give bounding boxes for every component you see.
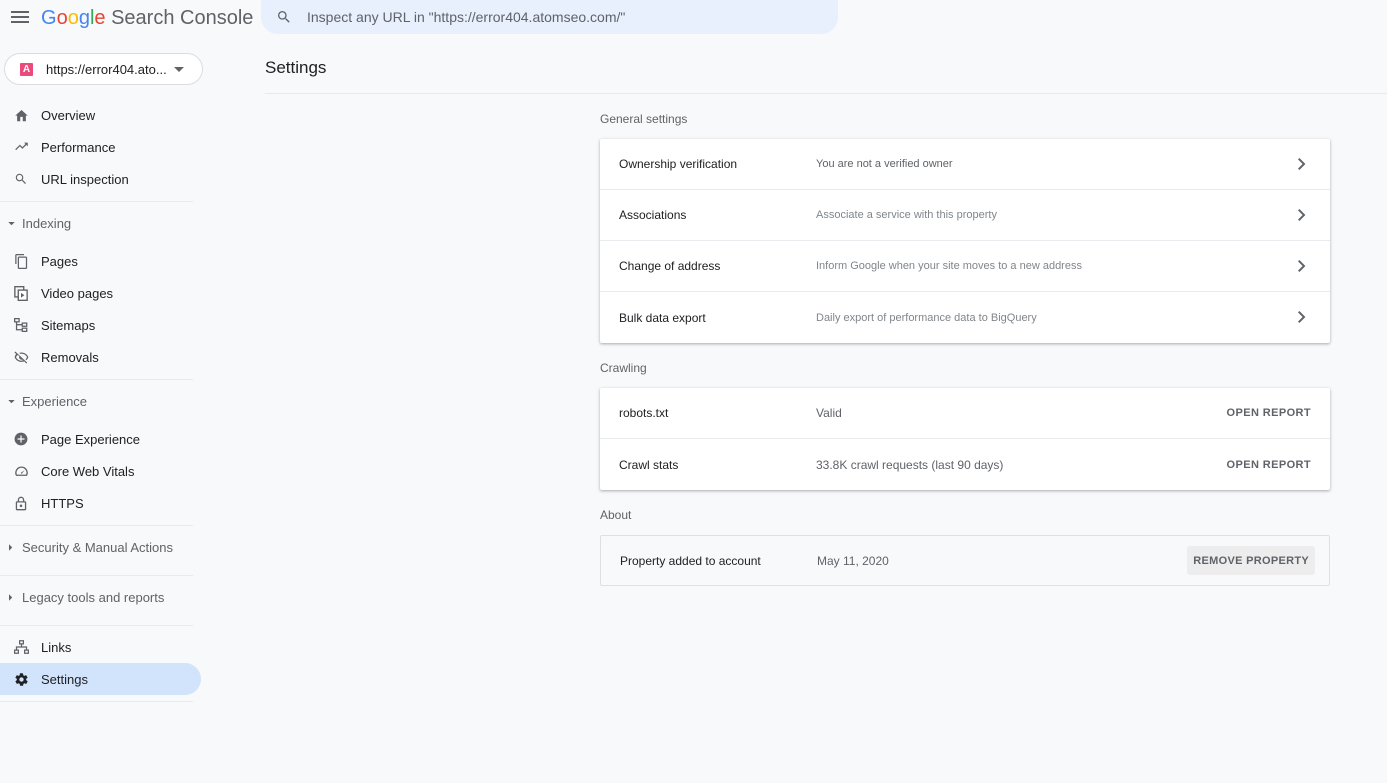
- sidebar-item-core-web-vitals[interactable]: Core Web Vitals: [0, 455, 201, 487]
- sidebar-item-sitemaps[interactable]: Sitemaps: [0, 309, 201, 341]
- dropdown-arrow-icon: [174, 60, 184, 78]
- sidebar-nav: Overview Performance URL inspection Inde…: [0, 99, 210, 707]
- gear-icon: [13, 671, 29, 687]
- row-description: You are not a verified owner: [816, 158, 953, 170]
- sidebar-section-security[interactable]: Security & Manual Actions: [0, 525, 193, 569]
- sidebar-item-page-experience[interactable]: Page Experience: [0, 423, 201, 455]
- settings-row-bulk-export[interactable]: Bulk data export Daily export of perform…: [600, 292, 1330, 343]
- video-pages-icon: [13, 285, 29, 301]
- sidebar-item-settings[interactable]: Settings: [0, 663, 201, 695]
- top-bar: Google Search Console: [0, 0, 1387, 36]
- remove-property-button[interactable]: REMOVE PROPERTY: [1187, 546, 1315, 575]
- hamburger-menu-icon[interactable]: [8, 5, 32, 29]
- sitemap-icon: [13, 317, 29, 333]
- open-report-button[interactable]: OPEN REPORT: [1227, 407, 1311, 419]
- settings-row-ownership[interactable]: Ownership verification You are not a ver…: [600, 139, 1330, 190]
- crawling-card: robots.txt Valid OPEN REPORT Crawl stats…: [600, 388, 1330, 490]
- section-heading-about: About: [600, 508, 632, 522]
- sidebar-item-label: Settings: [41, 671, 88, 687]
- sidebar-item-label: Video pages: [41, 285, 114, 301]
- page-title: Settings: [265, 58, 327, 77]
- search-icon: [261, 9, 307, 25]
- section-heading-crawling: Crawling: [600, 361, 647, 375]
- sidebar-item-label: Pages: [41, 253, 78, 269]
- row-label: Bulk data export: [619, 310, 706, 325]
- sidebar-item-video-pages[interactable]: Video pages: [0, 277, 201, 309]
- property-selector[interactable]: A https://error404.ato...: [4, 53, 203, 85]
- caret-down-icon: [7, 221, 15, 226]
- section-label: Experience: [22, 394, 88, 409]
- sidebar-divider: [0, 701, 193, 707]
- title-divider: [265, 93, 1387, 94]
- chevron-right-icon: [1294, 258, 1310, 274]
- trending-up-icon: [13, 139, 29, 155]
- row-label: Crawl stats: [619, 457, 679, 472]
- sidebar-item-removals[interactable]: Removals: [0, 341, 201, 373]
- search-icon: [13, 171, 29, 187]
- sidebar-item-performance[interactable]: Performance: [0, 131, 201, 163]
- sidebar-item-label: Removals: [41, 349, 99, 365]
- sidebar-item-pages[interactable]: Pages: [0, 245, 201, 277]
- row-label: Property added to account: [620, 554, 761, 568]
- row-description: Associate a service with this property: [816, 209, 997, 221]
- property-label: https://error404.ato...: [46, 61, 166, 77]
- property-added-date: May 11, 2020: [817, 554, 889, 568]
- add-circle-icon: [13, 431, 29, 447]
- row-label: Ownership verification: [619, 157, 738, 171]
- section-heading-general: General settings: [600, 112, 688, 126]
- sidebar-item-url-inspection[interactable]: URL inspection: [0, 163, 201, 195]
- sidebar-item-label: Performance: [41, 139, 116, 155]
- pages-icon: [13, 253, 29, 269]
- row-description: 33.8K crawl requests (last 90 days): [816, 457, 1004, 472]
- caret-right-icon: [7, 594, 15, 601]
- row-description: Valid: [816, 406, 842, 420]
- crawling-row-robots: robots.txt Valid OPEN REPORT: [600, 388, 1330, 439]
- general-settings-card: Ownership verification You are not a ver…: [600, 139, 1330, 343]
- row-label: robots.txt: [619, 406, 669, 420]
- sidebar-item-https[interactable]: HTTPS: [0, 487, 201, 519]
- links-icon: [13, 639, 29, 655]
- row-description: Daily export of performance data to BigQ…: [816, 311, 1037, 324]
- row-label: Associations: [619, 208, 687, 222]
- row-label: Change of address: [619, 259, 721, 273]
- about-card: Property added to account May 11, 2020 R…: [600, 535, 1330, 586]
- sidebar-section-experience[interactable]: Experience: [0, 379, 193, 423]
- section-label: Legacy tools and reports: [22, 590, 165, 605]
- crawling-row-crawl-stats: Crawl stats 33.8K crawl requests (last 9…: [600, 439, 1330, 490]
- app-logo[interactable]: Google Search Console: [41, 6, 253, 30]
- search-input[interactable]: [307, 9, 807, 25]
- sidebar-item-label: URL inspection: [41, 171, 129, 187]
- sidebar-item-overview[interactable]: Overview: [0, 99, 201, 131]
- sidebar-item-label: Links: [41, 639, 72, 655]
- caret-right-icon: [7, 544, 15, 551]
- sidebar-section-legacy[interactable]: Legacy tools and reports: [0, 575, 193, 619]
- section-label: Security & Manual Actions: [22, 540, 174, 555]
- home-icon: [13, 107, 29, 123]
- sidebar-section-indexing[interactable]: Indexing: [0, 201, 193, 245]
- settings-row-associations[interactable]: Associations Associate a service with th…: [600, 190, 1330, 241]
- eye-off-icon: [13, 349, 29, 365]
- sidebar-item-links[interactable]: Links: [0, 631, 201, 663]
- row-description: Inform Google when your site moves to a …: [816, 260, 1082, 272]
- google-logo-text: Google: [41, 7, 106, 29]
- chevron-right-icon: [1294, 207, 1310, 223]
- lock-icon: [13, 495, 29, 511]
- sidebar-item-label: Core Web Vitals: [41, 463, 135, 479]
- product-name: Search Console: [111, 7, 254, 29]
- settings-row-change-of-address[interactable]: Change of address Inform Google when you…: [600, 241, 1330, 292]
- open-report-button[interactable]: OPEN REPORT: [1227, 459, 1311, 471]
- sidebar-item-label: Overview: [41, 107, 96, 123]
- section-label: Indexing: [22, 216, 72, 231]
- speedometer-icon: [13, 463, 29, 479]
- sidebar-item-label: Sitemaps: [41, 317, 96, 333]
- chevron-right-icon: [1294, 309, 1310, 325]
- sidebar-item-label: Page Experience: [41, 431, 141, 447]
- property-favicon-icon: A: [20, 62, 33, 76]
- caret-down-icon: [7, 399, 15, 404]
- url-inspection-search[interactable]: [261, 0, 838, 34]
- sidebar-item-label: HTTPS: [41, 495, 84, 511]
- chevron-right-icon: [1294, 156, 1310, 172]
